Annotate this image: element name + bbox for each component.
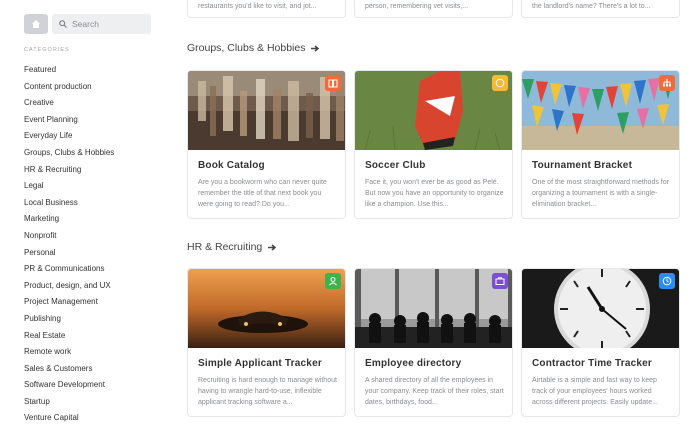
template-card-tournament-bracket[interactable]: Tournament Bracket One of the most strai… (521, 70, 680, 219)
book-icon (325, 75, 341, 91)
sidebar-item-local-business[interactable]: Local Business (24, 195, 114, 212)
sidebar-item-marketing[interactable]: Marketing (24, 211, 114, 228)
ball-icon (492, 75, 508, 91)
template-card-partial[interactable]: person, remembering vet visits,... (354, 0, 513, 18)
home-icon (32, 20, 40, 28)
sidebar-item-personal[interactable]: Personal (24, 245, 114, 262)
card-description: A shared directory of all the employees … (365, 377, 504, 406)
arrow-right-icon (311, 44, 320, 52)
template-card-partial[interactable]: the landlord's name? There's a lot to... (521, 0, 680, 18)
card-title: Employee directory (365, 358, 462, 369)
sidebar-item-featured[interactable]: Featured (24, 62, 114, 79)
sidebar-item-nonprofit[interactable]: Nonprofit (24, 228, 114, 245)
sidebar-item-legal[interactable]: Legal (24, 178, 114, 195)
sidebar-item-pr-communications[interactable]: PR & Communications (24, 261, 114, 278)
clock-icon (659, 273, 675, 289)
template-card-applicant-tracker[interactable]: Simple Applicant Tracker Recruiting is h… (187, 268, 346, 417)
bracket-icon (659, 75, 675, 91)
card-title: Tournament Bracket (532, 160, 633, 171)
card-description: Airtable is a simple and fast way to kee… (532, 377, 658, 406)
sidebar-item-real-estate[interactable]: Real Estate (24, 328, 114, 345)
sidebar-item-product-design-ux[interactable]: Product, design, and UX (24, 278, 114, 295)
arrow-right-icon (268, 243, 277, 251)
template-card-book-catalog[interactable]: Book Catalog Are you a bookworm who can … (187, 70, 346, 219)
card-thumbnail-image (188, 269, 345, 348)
search-icon (59, 20, 67, 28)
sidebar-item-hr-recruiting[interactable]: HR & Recruiting (24, 162, 114, 179)
card-thumbnail-image (355, 269, 512, 348)
template-card-employee-directory[interactable]: Employee directory A shared directory of… (354, 268, 513, 417)
template-card-contractor-time-tracker[interactable]: Contractor Time Tracker Airtable is a si… (521, 268, 680, 417)
sidebar-item-sales-customers[interactable]: Sales & Customers (24, 361, 114, 378)
sidebar-item-venture-capital[interactable]: Venture Capital (24, 410, 114, 427)
sidebar-item-project-management[interactable]: Project Management (24, 294, 114, 311)
card-description: Face it, you won't ever be as good as Pe… (365, 179, 504, 208)
card-description: One of the most straightforward methods … (532, 179, 669, 208)
main-content: restaurants you'd like to visit, and jot… (165, 0, 700, 430)
person-icon (325, 273, 341, 289)
category-list: Featured Content production Creative Eve… (24, 62, 114, 427)
sidebar-item-publishing[interactable]: Publishing (24, 311, 114, 328)
card-description: the landlord's name? There's a lot to... (532, 3, 651, 10)
card-title: Contractor Time Tracker (532, 358, 653, 369)
card-description: person, remembering vet visits,... (365, 3, 469, 10)
home-button[interactable] (24, 14, 48, 34)
sidebar-item-everyday-life[interactable]: Everyday Life (24, 128, 114, 145)
sidebar-item-content-production[interactable]: Content production (24, 79, 114, 96)
sidebar-item-event-planning[interactable]: Event Planning (24, 112, 114, 129)
card-description: Recruiting is hard enough to manage with… (198, 377, 337, 406)
sidebar-item-creative[interactable]: Creative (24, 95, 114, 112)
sidebar-item-remote-work[interactable]: Remote work (24, 344, 114, 361)
card-thumbnail-image (522, 71, 679, 150)
card-title: Soccer Club (365, 160, 426, 171)
briefcase-icon (492, 273, 508, 289)
card-thumbnail-image (188, 71, 345, 150)
search-box[interactable] (52, 14, 151, 34)
section-title-text: Groups, Clubs & Hobbies (187, 42, 306, 54)
sidebar: CATEGORIES Featured Content production C… (0, 0, 165, 430)
card-description: restaurants you'd like to visit, and jot… (198, 3, 317, 10)
template-card-soccer-club[interactable]: Soccer Club Face it, you won't ever be a… (354, 70, 513, 219)
sidebar-item-groups-clubs-hobbies[interactable]: Groups, Clubs & Hobbies (24, 145, 114, 162)
section-title-hr[interactable]: HR & Recruiting (187, 241, 277, 253)
sidebar-item-startup[interactable]: Startup (24, 394, 114, 411)
categories-heading: CATEGORIES (24, 47, 70, 53)
card-thumbnail-image (355, 71, 512, 150)
card-description: Are you a bookworm who can never quite r… (198, 179, 327, 208)
search-input[interactable] (72, 19, 142, 29)
card-thumbnail-image (522, 269, 679, 348)
section-title-text: HR & Recruiting (187, 241, 263, 253)
section-title-groups[interactable]: Groups, Clubs & Hobbies (187, 42, 320, 54)
template-card-partial[interactable]: restaurants you'd like to visit, and jot… (187, 0, 346, 18)
sidebar-item-software-development[interactable]: Software Development (24, 377, 114, 394)
card-title: Simple Applicant Tracker (198, 358, 322, 369)
card-title: Book Catalog (198, 160, 265, 171)
